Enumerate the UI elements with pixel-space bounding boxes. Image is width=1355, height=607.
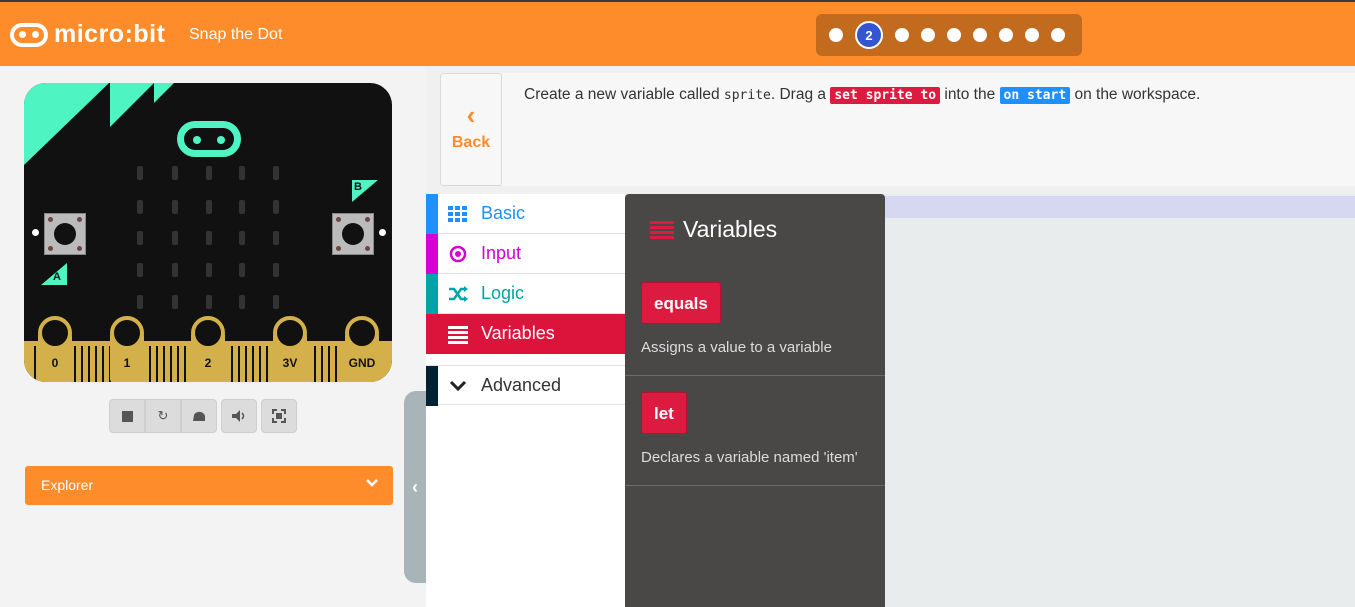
button-a[interactable]	[44, 213, 86, 255]
category-label: Basic	[481, 203, 526, 223]
divider	[625, 375, 885, 376]
category-variables[interactable]: Variables	[426, 314, 625, 354]
step-dot[interactable]	[829, 28, 843, 42]
button-b[interactable]	[332, 213, 374, 255]
category-basic[interactable]: Basic	[426, 194, 625, 234]
step-dot[interactable]	[1025, 28, 1039, 42]
slowmo-button[interactable]	[181, 399, 217, 433]
instruction-text: into the	[940, 86, 1000, 103]
block-hint-on-start: on start	[999, 87, 1071, 104]
pin-label: 1	[123, 356, 131, 370]
explorer-toggle[interactable]: Explorer	[25, 466, 393, 505]
variables-flyout: Variables equals Assigns a value to a va…	[625, 194, 885, 607]
step-dot[interactable]	[921, 28, 935, 42]
tutorial-panel: ‹ Back Create a new variable called spri…	[426, 66, 1355, 194]
edge-dot	[379, 229, 386, 236]
restart-button[interactable]: ↻	[145, 399, 181, 433]
category-advanced[interactable]: Advanced	[426, 365, 625, 406]
block-equals[interactable]: equals	[641, 282, 721, 324]
chevron-left-icon: ‹	[412, 476, 418, 497]
step-dot[interactable]	[973, 28, 987, 42]
category-label: Input	[481, 243, 522, 263]
snail-icon	[193, 411, 205, 421]
flyout-title: Variables	[683, 216, 778, 242]
pin-label: 2	[204, 356, 212, 370]
board-corner-accent	[24, 83, 174, 165]
microbit-board: A B 0 1 2 3V GND	[24, 83, 392, 382]
collapse-simulator-button[interactable]: ‹	[404, 391, 426, 583]
pin-label: GND	[348, 356, 376, 370]
block-description: Assigns a value to a variable	[641, 339, 832, 356]
logo-text: micro:bit	[54, 20, 166, 48]
block-description: Declares a variable named 'item'	[641, 449, 858, 466]
pin-label: 0	[51, 356, 59, 370]
explorer-label: Explorer	[41, 477, 94, 493]
button-b-label: B	[354, 181, 362, 193]
fullscreen-button[interactable]	[261, 399, 297, 433]
grid-icon	[448, 206, 467, 222]
stop-icon	[121, 410, 133, 422]
block-hint-set-sprite: set sprite to	[830, 87, 941, 104]
category-label: Logic	[481, 283, 525, 303]
top-bar: micro:bit Snap the Dot 2	[0, 0, 1355, 66]
list-icon	[448, 326, 468, 344]
category-logic[interactable]: Logic	[426, 274, 625, 314]
fullscreen-icon	[272, 409, 286, 423]
chevron-left-icon: ‹	[466, 100, 476, 130]
edge-dot	[32, 229, 39, 236]
current-step[interactable]: 2	[855, 21, 883, 49]
tutorial-step-indicator: 2	[816, 14, 1082, 56]
stop-button[interactable]	[109, 399, 145, 433]
mute-button[interactable]	[221, 399, 257, 433]
category-label: Variables	[481, 323, 555, 343]
workspace-highlight	[885, 196, 1355, 218]
step-dot[interactable]	[999, 28, 1013, 42]
block-let[interactable]: let	[641, 392, 687, 434]
category-label: Advanced	[481, 375, 562, 395]
step-dot[interactable]	[947, 28, 961, 42]
microbit-logo-icon	[10, 22, 48, 47]
divider	[625, 485, 885, 486]
step-dot[interactable]	[1051, 28, 1065, 42]
back-button[interactable]: ‹ Back	[440, 73, 502, 186]
step-dot[interactable]	[895, 28, 909, 42]
simulator-toolbar: ↻	[109, 399, 297, 433]
pin-label: 3V	[282, 356, 298, 370]
simulator-pane: A B 0 1 2 3V GND ↻ Explorer	[0, 66, 426, 607]
restart-icon: ↻	[157, 408, 169, 423]
inline-code: sprite	[723, 88, 771, 103]
sound-icon	[232, 410, 245, 422]
button-a-label: A	[53, 271, 61, 283]
tutorial-title: Snap the Dot	[189, 26, 283, 43]
chevron-down-icon	[366, 479, 378, 487]
instruction-text: Create a new variable called	[524, 86, 724, 103]
board-logo-icon	[177, 121, 241, 157]
instruction-text: on the workspace.	[1070, 86, 1201, 103]
microbit-logo[interactable]: micro:bit	[10, 20, 165, 49]
instruction-text: . Drag a	[770, 86, 831, 103]
back-label: Back	[451, 134, 491, 151]
target-icon	[449, 245, 467, 263]
chevron-down-icon	[449, 380, 467, 392]
toolbox: Basic Input Logic Variables Advanced	[426, 194, 625, 607]
list-icon	[650, 221, 674, 239]
shuffle-icon	[449, 286, 468, 302]
tutorial-instruction: Create a new variable called sprite. Dra…	[524, 86, 1200, 104]
category-input[interactable]: Input	[426, 234, 625, 274]
